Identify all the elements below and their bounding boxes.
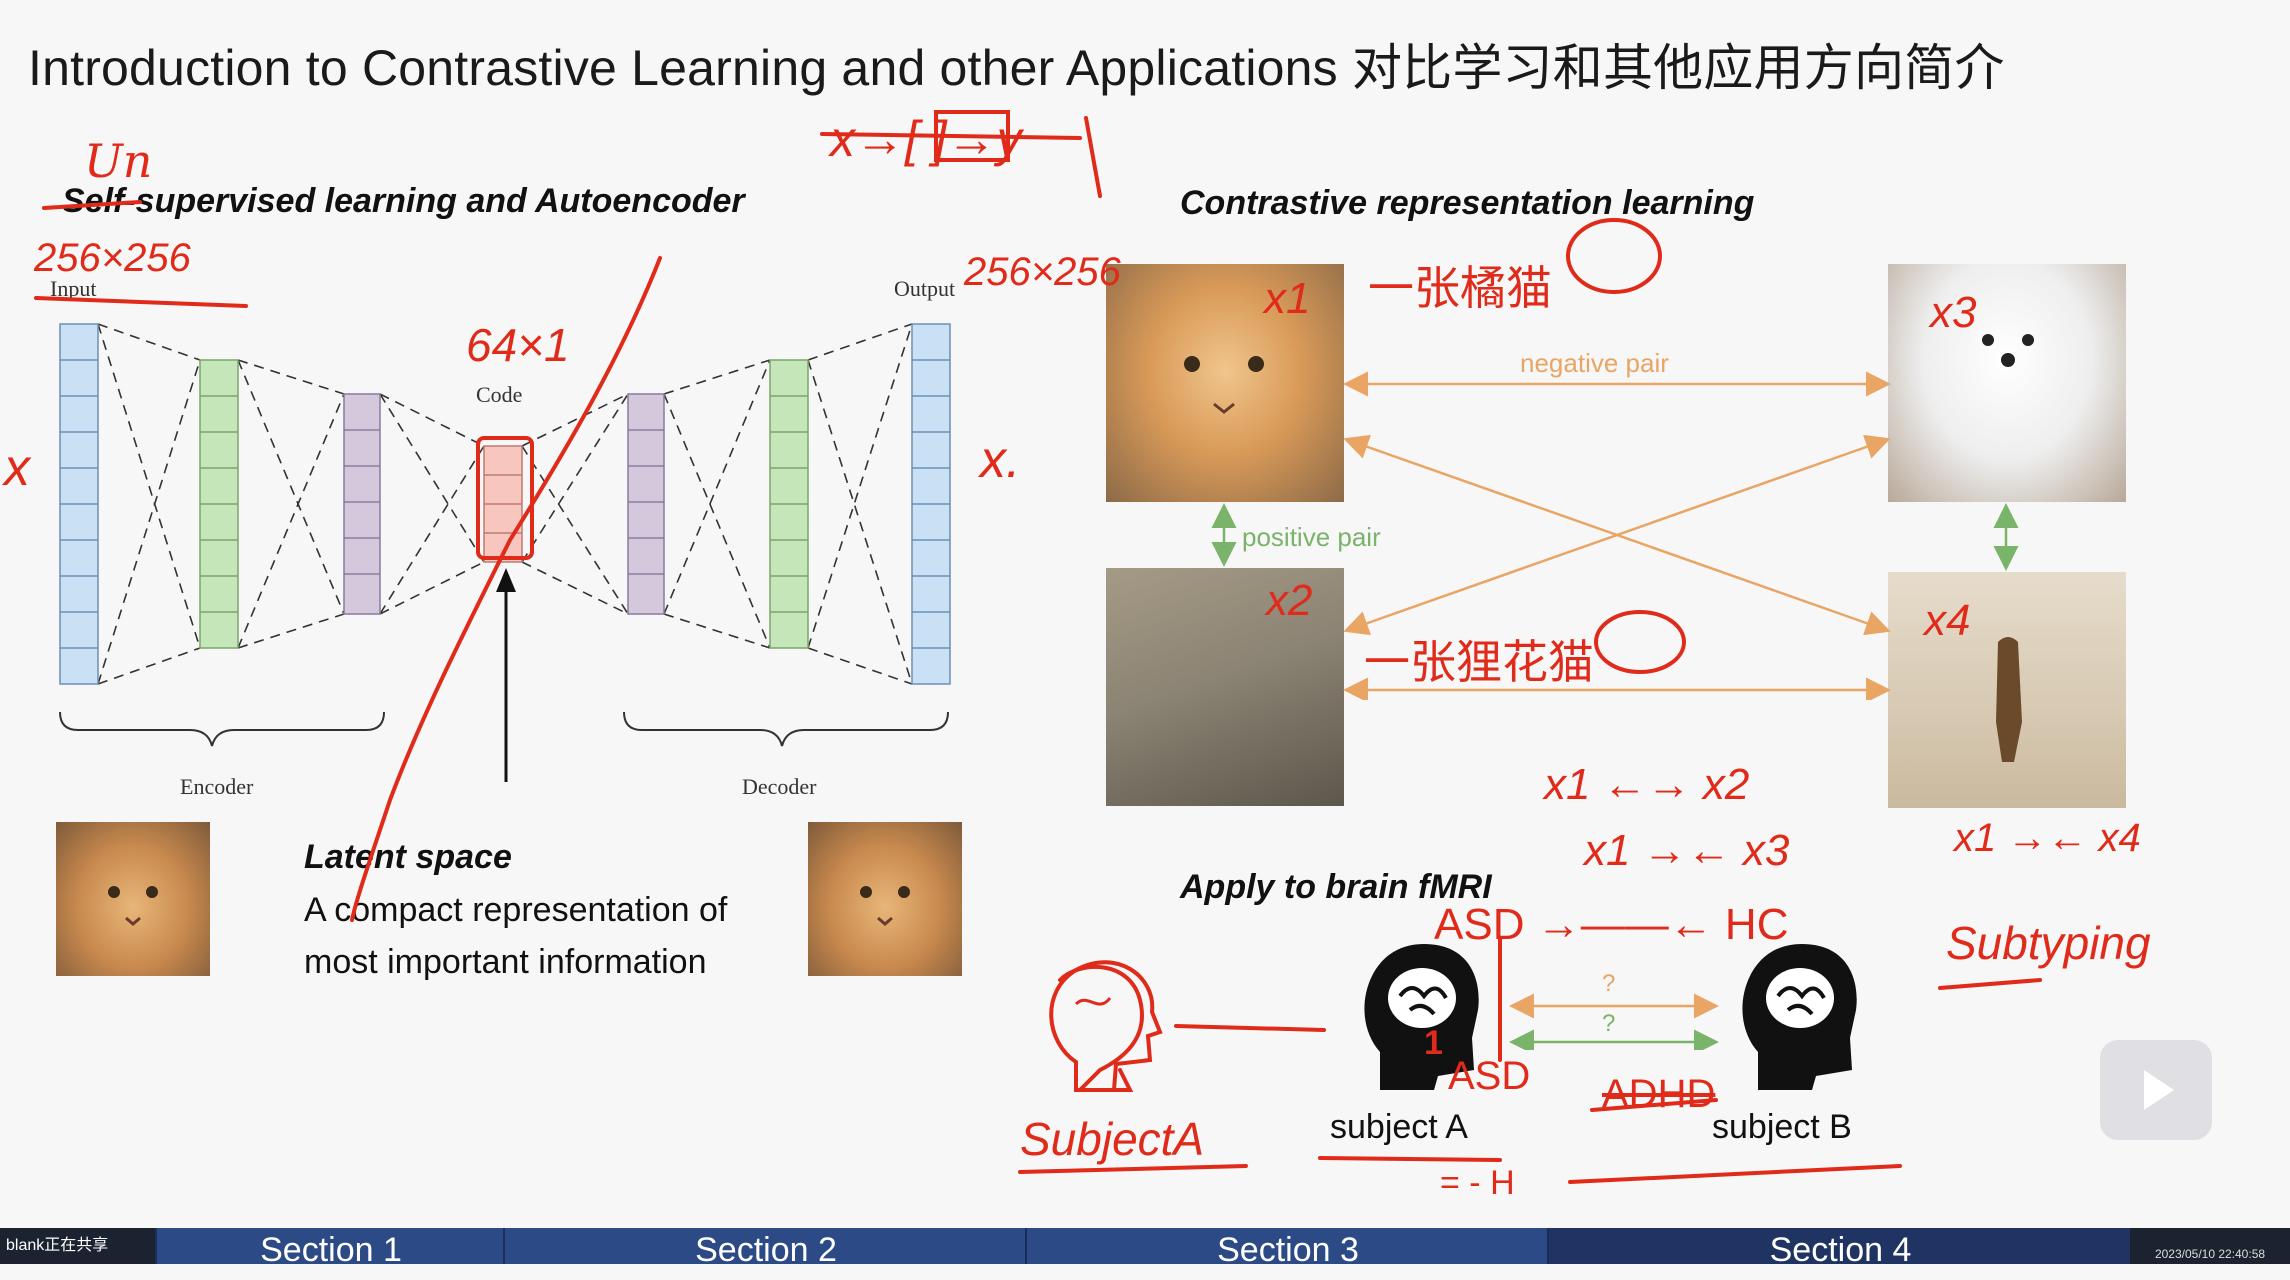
ink-rel-negative-1: x1 →← x3	[1584, 826, 1790, 875]
ink-asd-bottom: ASD	[1448, 1054, 1531, 1098]
bottom-bar: blank正在共享 Section 1 Section 2 Section 3 …	[0, 1228, 2290, 1269]
ink-orange-cat-note: 一张橘猫	[1368, 262, 1552, 314]
sketch-head	[1049, 960, 1163, 1092]
ink-subject-a: SubjectA	[1020, 1113, 1205, 1165]
ink-x-left: x	[4, 439, 30, 497]
timestamp: 2023/05/10 22:40:58	[2130, 1228, 2290, 1264]
ink-x-right: x.	[980, 431, 1021, 489]
section-tab-3[interactable]: Section 3	[1025, 1228, 1549, 1269]
ink-subtyping: Subtyping	[1946, 917, 2151, 969]
ink-un: Un	[84, 134, 153, 188]
ink-h-mark: = - H	[1440, 1164, 1515, 1202]
ink-asd-hc: ASD →——← HC	[1434, 900, 1789, 949]
ink-x2: x2	[1266, 576, 1313, 625]
ink-rel-positive: x1 ←→ x2	[1544, 760, 1750, 809]
ink-adhd: ADHD	[1602, 1072, 1716, 1116]
section-tab-1[interactable]: Section 1	[155, 1228, 505, 1269]
ink-tabby-cat-note: 一张狸花猫	[1364, 636, 1594, 688]
share-indicator[interactable]: blank正在共享	[0, 1228, 155, 1264]
video-play-button[interactable]	[2100, 1040, 2212, 1140]
ink-mapping: x→[ ]→y	[830, 111, 1022, 167]
ink-x3: x3	[1930, 288, 1977, 337]
share-text: blank正在共享	[6, 1237, 109, 1254]
section-tab-2[interactable]: Section 2	[503, 1228, 1027, 1269]
ink-input-size: 256×256	[34, 236, 191, 280]
ink-number-one: 1	[1424, 1024, 1443, 1062]
section-tab-4[interactable]: Section 4	[1547, 1228, 2132, 1269]
ink-x4: x4	[1924, 596, 1971, 645]
ink-output-size: 256×256	[964, 250, 1121, 294]
play-icon	[2144, 1070, 2174, 1110]
ink-x1: x1	[1264, 274, 1311, 323]
ink-rel-negative-2: x1 →← x4	[1954, 816, 2141, 860]
ink-code-size: 64×1	[466, 319, 570, 371]
